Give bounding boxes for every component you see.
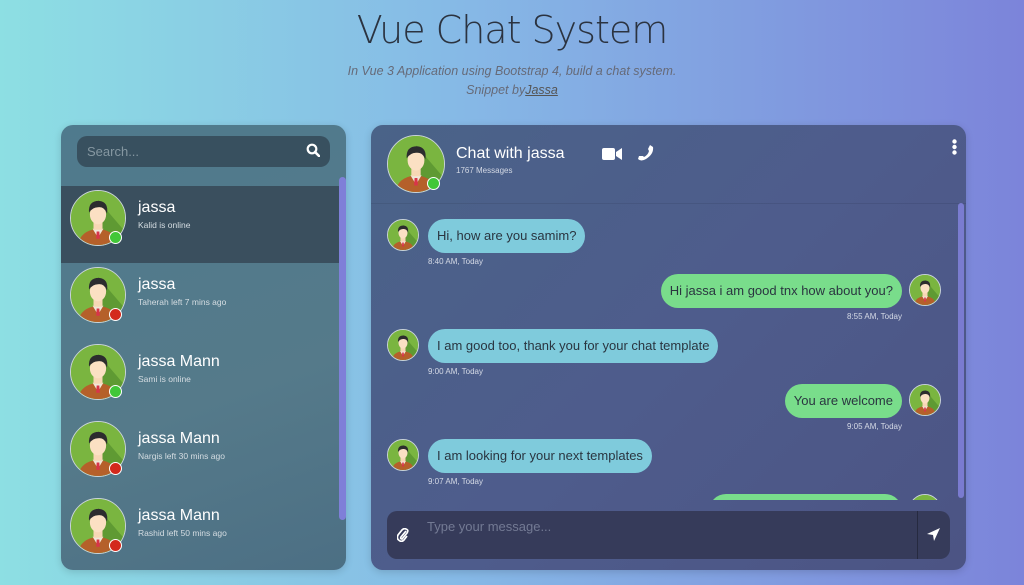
- page-subtitle: In Vue 3 Application using Bootstrap 4, …: [347, 64, 677, 78]
- user-avatar: [909, 494, 941, 500]
- user-avatar: [909, 274, 941, 306]
- search-input[interactable]: Search...: [77, 136, 330, 167]
- search-placeholder: Search...: [87, 144, 140, 159]
- contact-name: jassa Mann: [138, 430, 220, 447]
- message-time: 9:05 AM, Today: [847, 422, 902, 431]
- message-time: 9:07 AM, Today: [428, 477, 483, 486]
- contact-item[interactable]: jassa Mann Sami is online: [61, 340, 339, 417]
- message-list: Hi, how are you samim? 8:40 AM, Today Hi…: [371, 204, 966, 500]
- sender-avatar: [387, 329, 419, 361]
- credit-link[interactable]: Jassa: [525, 83, 558, 97]
- contact-item[interactable]: jassa Kalid is online: [61, 186, 339, 263]
- contact-name: jassa: [138, 199, 176, 216]
- credit-prefix: Snippet by: [466, 83, 526, 97]
- phone-icon[interactable]: [637, 144, 654, 166]
- message-time: 8:40 AM, Today: [428, 257, 483, 266]
- contact-status: Rashid left 50 mins ago: [138, 528, 227, 538]
- send-icon[interactable]: [927, 528, 940, 546]
- contact-item[interactable]: jassa Mann Nargis left 30 mins ago: [61, 417, 339, 494]
- contact-status: Kalid is online: [138, 220, 191, 230]
- presence-indicator: [109, 462, 122, 475]
- message-count: 1767 Messages: [456, 166, 513, 175]
- contacts-panel: Search... jassa Kalid is online jassa Ta…: [61, 125, 346, 570]
- messages-scrollbar[interactable]: [958, 203, 964, 498]
- attach-icon[interactable]: [396, 527, 409, 547]
- contact-item[interactable]: jassa Mann Rashid left 50 mins ago: [61, 494, 339, 570]
- contact-status: Nargis left 30 mins ago: [138, 451, 225, 461]
- contact-name: jassa Mann: [138, 353, 220, 370]
- sent-message: Hi jassa i am good tnx how about you?: [660, 274, 902, 308]
- chat-panel: Chat with jassa 1767 Messages Hi, how ar…: [371, 125, 966, 570]
- contact-name: jassa: [138, 276, 176, 293]
- presence-indicator: [109, 231, 122, 244]
- contact-status: Taherah left 7 mins ago: [138, 297, 227, 307]
- message-composer: Type your message...: [387, 511, 950, 559]
- more-options-icon[interactable]: [952, 139, 957, 160]
- video-call-icon[interactable]: [602, 146, 622, 166]
- presence-indicator: [109, 539, 122, 552]
- message-time: 8:55 AM, Today: [847, 312, 902, 321]
- contact-status: Sami is online: [138, 374, 191, 384]
- sender-avatar: [387, 439, 419, 471]
- message-input[interactable]: Type your message...: [427, 519, 551, 534]
- presence-indicator: [109, 308, 122, 321]
- presence-indicator: [109, 385, 122, 398]
- sent-message: You are welcome: [784, 384, 902, 418]
- sent-message-partial: [709, 494, 902, 500]
- contact-item[interactable]: jassa Taherah left 7 mins ago: [61, 263, 339, 340]
- credit-line: Snippet byJassa: [0, 83, 1024, 97]
- received-message: I am good too, thank you for your chat t…: [428, 329, 719, 363]
- sender-avatar: [387, 219, 419, 251]
- search-icon[interactable]: [306, 143, 321, 160]
- online-indicator: [427, 177, 440, 190]
- contacts-scrollbar[interactable]: [339, 177, 346, 520]
- chat-title: Chat with jassa: [456, 145, 565, 162]
- received-message: Hi, how are you samim?: [428, 219, 586, 253]
- composer-divider: [917, 511, 918, 559]
- page-title: Vue Chat System: [356, 8, 669, 52]
- message-time: 9:00 AM, Today: [428, 367, 483, 376]
- user-avatar: [909, 384, 941, 416]
- contact-name: jassa Mann: [138, 507, 220, 524]
- received-message: I am looking for your next templates: [428, 439, 652, 473]
